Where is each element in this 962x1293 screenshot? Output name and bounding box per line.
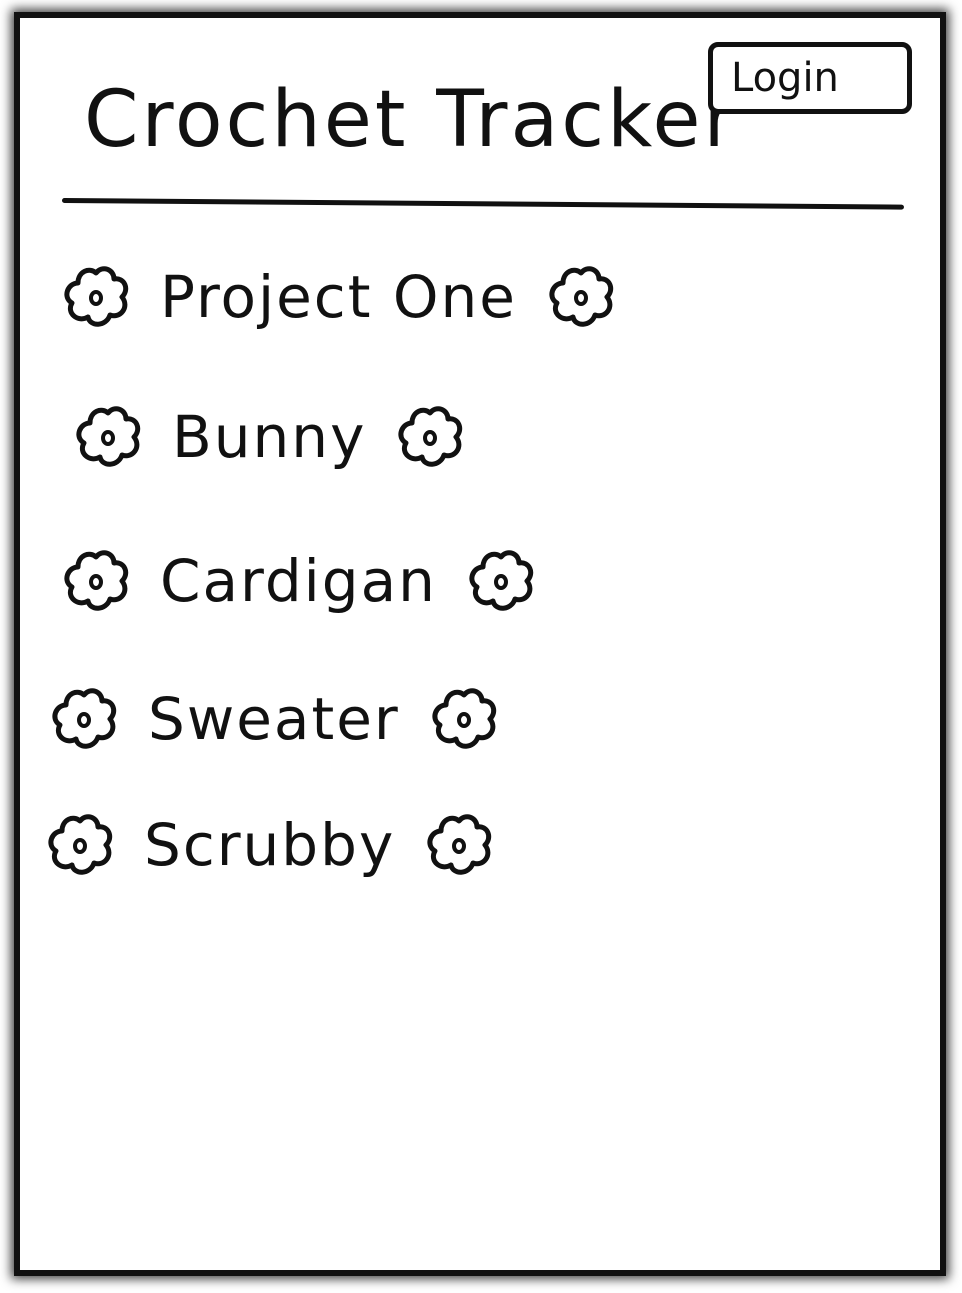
project-label: Cardigan <box>160 547 437 615</box>
list-item-bunny[interactable]: Bunny <box>72 392 466 482</box>
flower-icon <box>72 401 144 473</box>
flower-icon <box>60 261 132 333</box>
project-label: Project One <box>160 263 517 331</box>
flower-icon <box>428 683 500 755</box>
flower-icon <box>44 809 116 881</box>
flower-icon <box>394 401 466 473</box>
flower-icon <box>465 545 537 617</box>
project-list: Project One Bunny Cardigan Sweater Scrub… <box>0 0 962 1293</box>
flower-icon <box>423 809 495 881</box>
flower-icon <box>60 545 132 617</box>
flower-icon <box>48 683 120 755</box>
list-item-project-one[interactable]: Project One <box>60 252 617 342</box>
project-label: Bunny <box>172 403 367 471</box>
flower-icon <box>545 261 617 333</box>
project-label: Sweater <box>148 685 400 753</box>
list-item-cardigan[interactable]: Cardigan <box>60 536 537 626</box>
project-label: Scrubby <box>144 811 396 879</box>
list-item-scrubby[interactable]: Scrubby <box>44 800 495 890</box>
list-item-sweater[interactable]: Sweater <box>48 674 500 764</box>
